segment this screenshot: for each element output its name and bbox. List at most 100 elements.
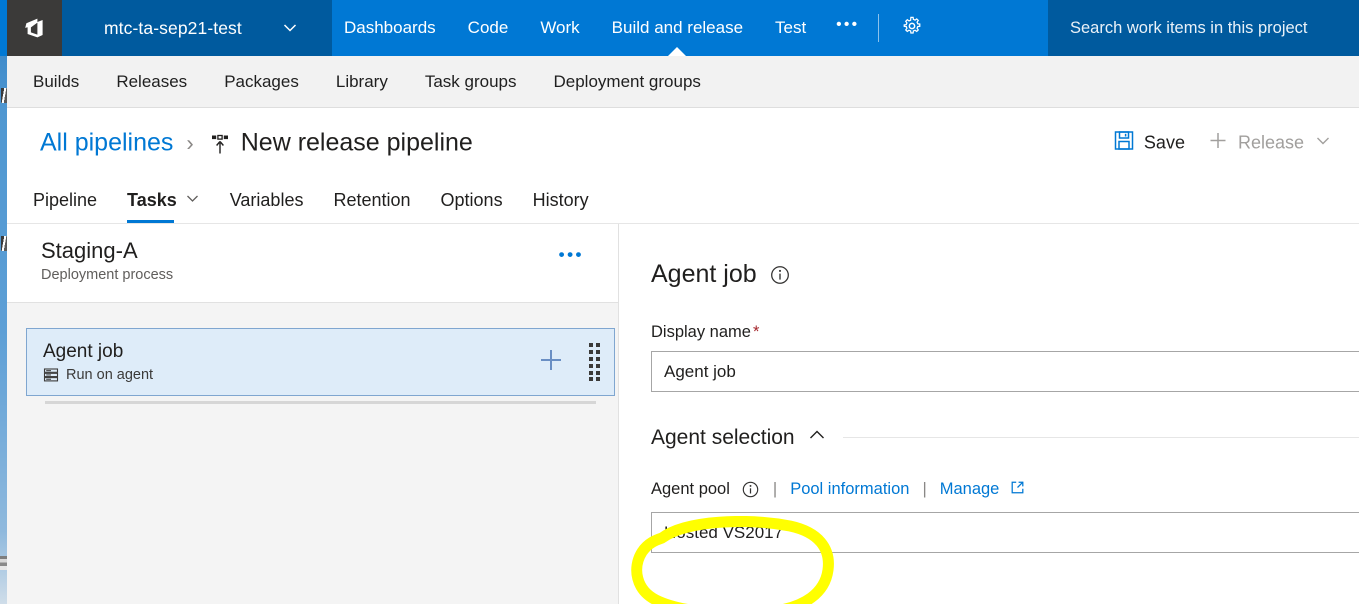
tab-variables[interactable]: Variables [230,177,304,223]
manage-link[interactable]: Manage [940,480,1025,499]
agent-selection-section-header: Agent selection [620,425,1359,450]
separator-pipe: | [772,480,778,498]
nav-item-label: Test [775,18,807,37]
save-button-label: Save [1143,132,1185,153]
browser-chrome-glyph-fragment [1,88,7,103]
subnav-item-builds[interactable]: Builds [33,72,79,92]
ellipsis-icon[interactable]: ••• [822,0,873,56]
tab-label: Variables [229,189,304,210]
nav-item-label: Code [467,18,509,37]
tab-label: Options [440,189,503,210]
tab-label: Retention [333,189,411,210]
page-header: All pipelines › New release pipeline Sav… [7,109,1359,177]
pipeline-tab-bar: Pipeline Tasks Variables Retention Optio… [7,177,1359,224]
tab-label: Tasks [127,189,177,210]
agent-pool-select-wrap: Hosted VS2017 [620,512,1359,553]
nav-item-label: Build and release [611,18,744,37]
pool-information-link[interactable]: Pool information [790,480,909,499]
global-navigation-bar: mtc-ta-sep21-test Dashboards Code Work B… [0,0,1359,56]
breadcrumb: All pipelines › New release pipeline [40,129,473,158]
agent-job-card-text: Agent job Run on agent [27,341,528,383]
breadcrumb-separator: › [186,130,194,155]
nav-item-work[interactable]: Work [524,0,595,56]
release-pipeline-icon [207,132,233,158]
browser-chrome-strip-top [0,0,7,56]
subnav-item-packages[interactable]: Packages [224,72,299,92]
chevron-down-icon [282,20,298,36]
browser-chrome-glyph-fragment [1,236,7,251]
tab-retention[interactable]: Retention [333,177,410,223]
header-action-buttons: Save Release [1099,125,1339,162]
secondary-navigation-bar: Builds Releases Packages Library Task gr… [7,56,1359,108]
breadcrumb-all-pipelines-link[interactable]: All pipelines [40,129,173,158]
subnav-item-task-groups[interactable]: Task groups [425,72,517,92]
tab-tasks[interactable]: Tasks [127,177,200,223]
primary-nav-items: Dashboards Code Work Build and release T… [332,0,935,56]
section-divider [842,437,1359,438]
nav-item-dashboards[interactable]: Dashboards [332,0,452,56]
release-button[interactable]: Release [1199,125,1339,162]
subnav-item-library[interactable]: Library [336,72,388,92]
stage-name-label: Staging-A [41,238,138,263]
release-button-label: Release [1237,132,1304,153]
agent-job-card-title: Agent job [43,341,124,363]
nav-item-build-and-release[interactable]: Build and release [596,0,759,56]
server-rack-icon [43,367,59,383]
display-name-field-block: Display name * [620,323,1359,392]
agent-job-details-title: Agent job [651,260,757,288]
stage-header[interactable]: Staging-A Deployment process ••• [7,224,618,303]
chevron-down-icon [185,190,200,211]
required-marker: * [752,323,760,341]
gear-icon [902,16,922,41]
tab-pipeline[interactable]: Pipeline [33,177,97,223]
nav-item-label: Work [540,18,580,37]
manage-link-label: Manage [939,480,1000,498]
ellipsis-icon[interactable]: ••• [559,246,584,263]
azure-devops-release-pipeline-page: mtc-ta-sep21-test Dashboards Code Work B… [0,0,1359,604]
display-name-label-text: Display name [651,323,751,341]
project-selector[interactable]: mtc-ta-sep21-test [62,0,332,56]
tab-label: Pipeline [33,189,98,210]
plus-icon [537,346,565,379]
nav-item-code[interactable]: Code [452,0,525,56]
tab-label: History [532,189,589,210]
agent-selection-title[interactable]: Agent selection [651,426,795,450]
azure-devops-logo-button[interactable] [7,0,62,56]
search-placeholder-label: Search work items in this project [1070,18,1308,37]
nav-item-test[interactable]: Test [759,0,822,56]
separator-pipe: | [922,480,927,498]
browser-chrome-glyph-fragment [0,556,7,570]
external-link-icon [1010,480,1025,495]
tab-history[interactable]: History [533,177,589,223]
info-circle-icon[interactable] [741,480,760,499]
subnav-item-deployment-groups[interactable]: Deployment groups [554,72,701,92]
chevron-down-icon [1315,133,1331,154]
agent-job-details-panel: Agent job Display name* Agent selection [620,224,1359,604]
agent-pool-select[interactable]: Hosted VS2017 [651,512,1359,553]
add-task-button[interactable] [528,346,574,379]
agent-job-details-title-row: Agent job [620,224,1359,289]
azure-devops-logo-icon [21,14,49,42]
plus-icon [1207,130,1229,157]
agent-pool-label: Agent pool [651,480,730,498]
drag-handle-icon[interactable] [574,343,614,381]
nav-item-label: Dashboards [344,18,436,37]
subnav-item-releases[interactable]: Releases [116,72,187,92]
tab-options[interactable]: Options [441,177,503,223]
info-circle-icon[interactable] [769,264,791,286]
agent-job-card[interactable]: Agent job Run on agent [26,328,615,404]
settings-button[interactable] [889,0,935,56]
agent-pool-label-row: Agent pool | Pool information | Manage [620,480,1359,499]
deployment-process-panel: Staging-A Deployment process ••• Agent j… [7,224,619,604]
agent-job-card-subtitle: Run on agent [43,367,528,383]
page-title: New release pipeline [240,128,473,157]
save-floppy-icon [1113,130,1135,157]
nav-divider [877,14,879,42]
display-name-label: Display name * [651,323,1359,342]
save-button[interactable]: Save [1105,125,1193,162]
display-name-input[interactable] [651,351,1359,392]
search-input[interactable]: Search work items in this project [1048,0,1359,56]
project-name-label: mtc-ta-sep21-test [104,17,242,38]
chevron-up-icon[interactable] [807,425,827,450]
agent-job-card-subtitle-label: Run on agent [66,366,154,383]
